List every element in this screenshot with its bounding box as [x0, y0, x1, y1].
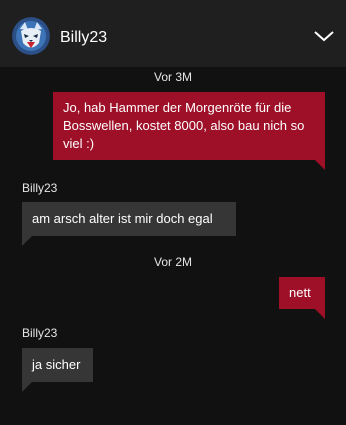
bubble-tail [22, 382, 32, 392]
message-timestamp: Vor 2M [153, 255, 192, 269]
contact-name[interactable]: Billy23 [60, 28, 107, 48]
message-text: ja sicher [32, 357, 81, 372]
outgoing-message[interactable]: Jo, hab Hammer der Morgenröte für die Bo… [53, 92, 325, 170]
bubble-tail [22, 236, 32, 246]
sender-name: Billy23 [22, 326, 58, 340]
message-text: am arsch alter ist mir doch egal [32, 211, 213, 226]
chat-header: Billy23 [0, 0, 346, 67]
collapse-button[interactable] [312, 27, 336, 45]
message-text: nett [289, 285, 311, 300]
bubble-tail [315, 160, 325, 170]
chevron-down-icon [314, 31, 334, 42]
message-text: Jo, hab Hammer der Morgenröte für die Bo… [63, 100, 305, 151]
wolf-avatar-icon [12, 17, 50, 55]
bubble-tail [315, 309, 325, 319]
incoming-message[interactable]: ja sicher [22, 348, 93, 392]
message-timestamp: Vor 3M [153, 70, 192, 84]
sender-name: Billy23 [22, 181, 58, 195]
contact-avatar[interactable] [12, 17, 50, 55]
outgoing-message[interactable]: nett [279, 277, 325, 319]
incoming-message[interactable]: am arsch alter ist mir doch egal [22, 202, 236, 246]
